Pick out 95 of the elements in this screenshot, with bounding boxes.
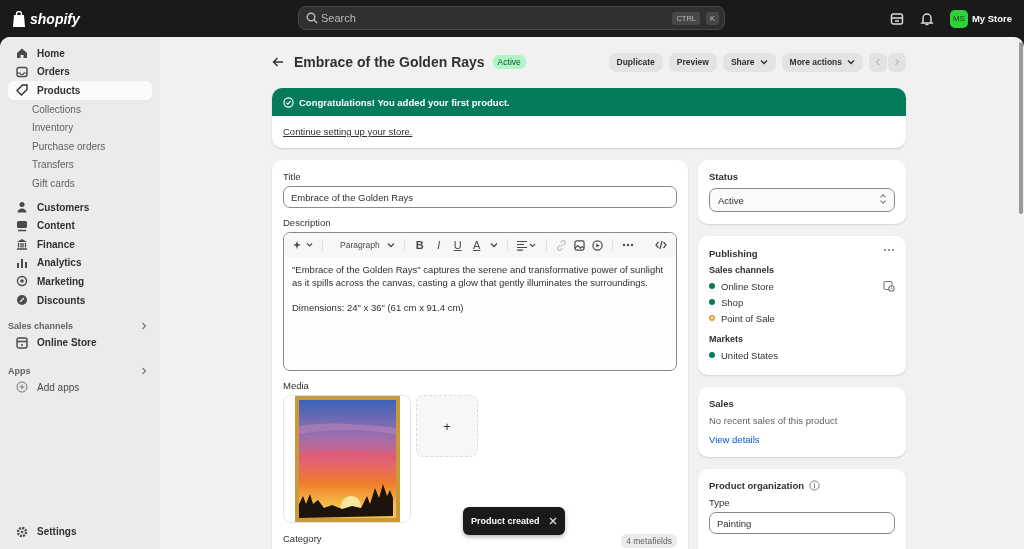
- calendar-clock-icon[interactable]: [883, 280, 895, 292]
- action-button[interactable]: Duplicate: [608, 52, 663, 72]
- action-button[interactable]: More actions: [781, 52, 863, 72]
- bell-icon[interactable]: [919, 11, 934, 26]
- nav-item[interactable]: Content: [8, 216, 152, 235]
- add-media-button[interactable]: +: [416, 395, 478, 457]
- nav-item[interactable]: Discounts: [8, 290, 152, 310]
- status-select[interactable]: Active: [709, 188, 895, 212]
- banner-message: Congratulations! You added your first product.: [299, 96, 510, 108]
- check-circle-icon: [283, 96, 294, 108]
- video-icon[interactable]: [591, 239, 603, 251]
- image-icon[interactable]: [573, 239, 585, 251]
- field-label: Description: [283, 217, 332, 228]
- store-icon[interactable]: [889, 11, 904, 26]
- chevron-right-icon[interactable]: [140, 366, 148, 375]
- metafields-badge[interactable]: 4 metafields: [621, 533, 677, 548]
- orders-icon: [16, 65, 28, 78]
- chevron-right-icon: [893, 58, 901, 66]
- logo[interactable]: shopify: [30, 10, 80, 27]
- title-field[interactable]: Embrace of the Golden Rays: [283, 186, 677, 208]
- avatar[interactable]: MS: [949, 9, 968, 28]
- target-icon: [16, 275, 28, 288]
- paragraph-dropdown[interactable]: Paragraph: [340, 240, 380, 250]
- section-label: Markets: [709, 334, 745, 344]
- format-button[interactable]: I: [432, 239, 445, 251]
- nav-item[interactable]: Home: [8, 44, 152, 63]
- section-heading: Apps: [8, 365, 31, 376]
- person-icon: [16, 201, 28, 214]
- code-icon[interactable]: [655, 240, 667, 250]
- home-icon: [16, 47, 28, 60]
- align-icon[interactable]: [516, 239, 537, 251]
- toast-message: Product created: [471, 516, 540, 526]
- format-button[interactable]: U: [451, 239, 464, 251]
- field-label: Type: [709, 497, 731, 508]
- card-title: Status: [709, 171, 740, 182]
- description-text: "Embrace of the Golden Rays" captures the serene and transformative power of sunlight as it spills across the canvas, casting a glow that gently illuminates the surroundings.: [292, 263, 665, 289]
- field-label: Title: [283, 171, 302, 182]
- nav-item[interactable]: Orders: [8, 62, 152, 82]
- nav-item[interactable]: Collections: [8, 99, 152, 119]
- shopping-bag-icon: [12, 10, 26, 27]
- nav-item[interactable]: Analytics: [8, 253, 152, 273]
- back-arrow-icon[interactable]: [272, 56, 284, 68]
- nav-item[interactable]: Add apps: [8, 377, 152, 397]
- field-label: Media: [283, 380, 310, 391]
- tag-icon: [16, 84, 28, 97]
- nav-item[interactable]: Customers: [8, 197, 152, 217]
- store-icon: [16, 336, 28, 349]
- market-name: United States: [721, 349, 779, 361]
- bank-icon: [16, 238, 28, 251]
- card-title: Product organization: [709, 480, 804, 491]
- page-title: Embrace of the Golden Rays: [294, 54, 485, 70]
- type-field[interactable]: Painting: [709, 512, 895, 534]
- nav-item[interactable]: Products: [8, 81, 152, 100]
- nav-item[interactable]: Transfers: [8, 155, 152, 175]
- nav-item[interactable]: Inventory: [8, 118, 152, 137]
- description-text: Dimensions: 24" x 36" (61 cm x 91.4 cm): [292, 301, 465, 314]
- card-title: Sales: [709, 398, 735, 409]
- caret-icon[interactable]: [386, 241, 395, 249]
- nav-item[interactable]: Marketing: [8, 272, 152, 291]
- search-icon: [306, 12, 318, 24]
- sales-text: No recent sales of this product: [709, 415, 839, 426]
- channel-name: Point of Sale: [721, 312, 775, 324]
- field-label: Category: [283, 533, 322, 544]
- format-button[interactable]: B: [413, 239, 426, 251]
- settings-icon: [16, 525, 28, 538]
- nav-item[interactable]: Settings: [8, 522, 152, 541]
- channel-name: Online Store: [721, 280, 774, 292]
- action-button[interactable]: Share: [722, 52, 776, 72]
- more-icon[interactable]: [621, 243, 634, 247]
- section-label: Sales channels: [709, 265, 776, 275]
- chevron-left-icon: [874, 58, 882, 66]
- nav-item[interactable]: Purchase orders: [8, 136, 152, 156]
- nav-item[interactable]: Online Store: [8, 333, 152, 352]
- channel-name: Shop: [721, 296, 744, 308]
- action-button[interactable]: Preview: [668, 52, 717, 72]
- setup-link[interactable]: Continue setting up your store.: [283, 126, 413, 137]
- section-heading: Sales channels: [8, 321, 74, 332]
- info-icon[interactable]: [809, 480, 820, 491]
- scrollbar[interactable]: [1019, 42, 1023, 214]
- chevron-right-icon[interactable]: [140, 322, 148, 331]
- nav-item[interactable]: Gift cards: [8, 174, 152, 193]
- content-icon: [16, 219, 28, 232]
- caret-icon: [847, 58, 855, 66]
- format-button[interactable]: A: [470, 239, 483, 251]
- description-editor[interactable]: [283, 232, 677, 371]
- add-icon: [16, 381, 28, 394]
- close-icon[interactable]: [548, 517, 557, 525]
- status-badge: Active: [492, 55, 526, 69]
- store-name[interactable]: My Store: [971, 13, 1012, 24]
- nav-item[interactable]: Finance: [8, 234, 152, 254]
- view-details-link[interactable]: View details: [709, 434, 760, 445]
- chart-icon: [16, 256, 28, 269]
- card-title: Publishing: [709, 248, 758, 259]
- caret-icon: [759, 58, 768, 66]
- caret-icon[interactable]: [489, 241, 498, 249]
